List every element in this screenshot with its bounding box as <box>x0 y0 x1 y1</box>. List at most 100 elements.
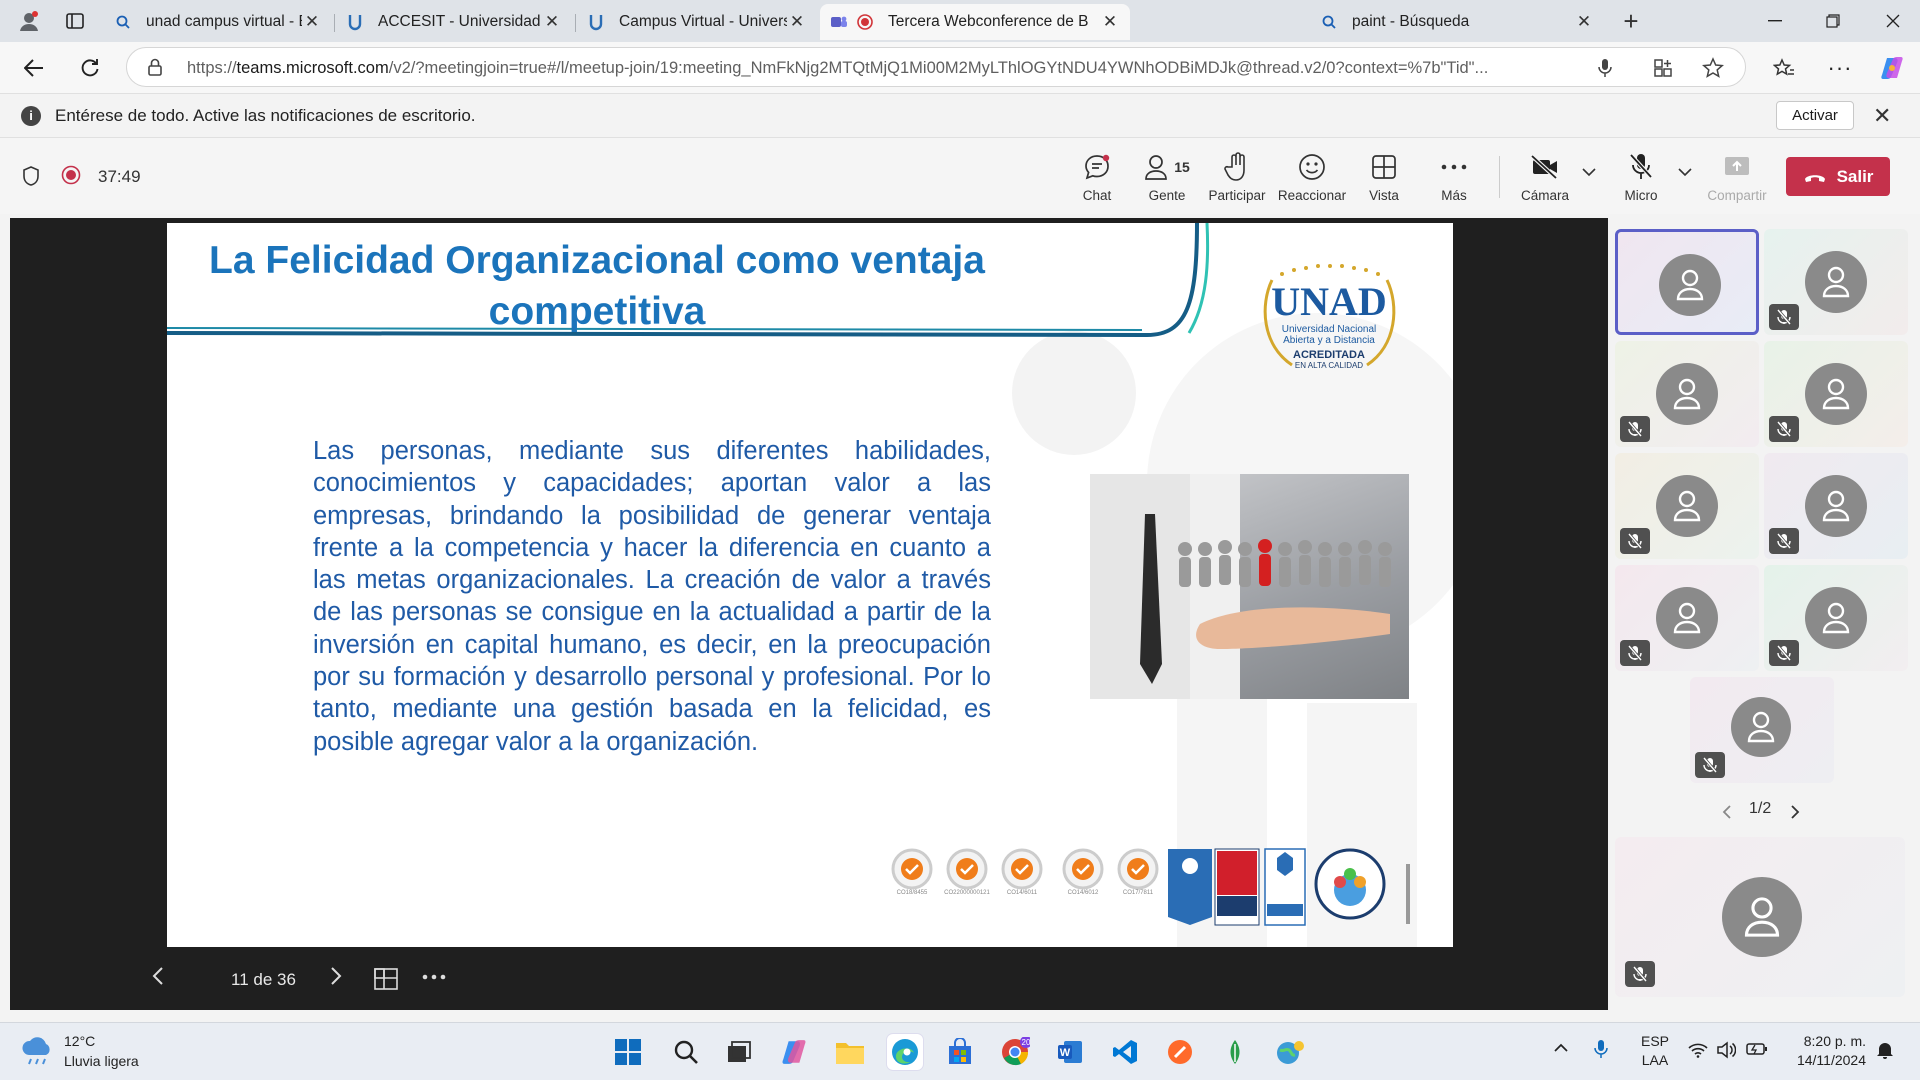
avatar <box>1805 363 1867 425</box>
search-icon <box>114 13 132 31</box>
meeting-toolbar: 37:49 Chat 15 Gente Participar Reacciona… <box>0 138 1920 214</box>
close-icon[interactable]: ✕ <box>1873 103 1891 129</box>
tab-webconference[interactable]: Tercera Webconference de B ✕ <box>820 4 1130 40</box>
svg-text:Universidad Nacional: Universidad Nacional <box>1282 324 1377 335</box>
copilot-icon[interactable] <box>776 1034 812 1070</box>
tab-unad-search[interactable]: unad campus virtual - Búsqueda ✕ <box>104 4 332 40</box>
weather-rain-icon[interactable] <box>20 1035 54 1067</box>
participant-tile[interactable] <box>1764 565 1908 671</box>
view-button[interactable]: Vista <box>1349 150 1419 203</box>
app-available-icon[interactable] <box>1651 56 1675 80</box>
microsoft-store-icon[interactable] <box>942 1034 978 1070</box>
tab-accesit[interactable]: ACCESIT - Universidad Nacional A ✕ <box>336 4 572 40</box>
people-count: 15 <box>1174 159 1190 175</box>
raise-hand-button[interactable]: Participar <box>1202 150 1272 203</box>
vscode-icon[interactable] <box>1107 1034 1143 1070</box>
participant-tile[interactable] <box>1615 453 1759 559</box>
tab-campus-virtual[interactable]: Campus Virtual - Universidad Nac ✕ <box>577 4 817 40</box>
new-tab-icon[interactable]: + <box>1616 6 1646 36</box>
battery-icon[interactable] <box>1746 1042 1768 1056</box>
activate-notifications-button[interactable]: Activar <box>1776 101 1854 130</box>
participant-tile[interactable] <box>1615 565 1759 671</box>
microphone-in-use-icon[interactable] <box>1594 1039 1608 1059</box>
participant-tile[interactable] <box>1690 677 1834 783</box>
chrome-icon[interactable]: 20 <box>997 1034 1033 1070</box>
participant-tile[interactable] <box>1764 453 1908 559</box>
back-icon[interactable] <box>18 52 50 84</box>
url-field[interactable]: https://teams.microsoft.com/v2/?meetingj… <box>126 47 1746 87</box>
close-tab-icon[interactable]: ✕ <box>1574 12 1594 32</box>
next-slide-icon[interactable] <box>330 966 342 986</box>
close-tab-icon[interactable]: ✕ <box>1100 12 1120 32</box>
language-indicator[interactable]: ESP LAA <box>1638 1033 1672 1068</box>
shared-content-stage: La Felicidad Organizacional como ventaja… <box>10 218 1608 1010</box>
slide-body-text: Las personas, mediante sus diferentes ha… <box>313 437 991 756</box>
participants-prev-icon[interactable] <box>1722 804 1732 820</box>
close-tab-icon[interactable]: ✕ <box>542 12 562 32</box>
camera-options-chevron-icon[interactable] <box>1582 168 1596 177</box>
wifi-icon[interactable] <box>1688 1042 1708 1058</box>
tab-actions-icon[interactable] <box>60 6 90 36</box>
profile-icon[interactable] <box>14 6 44 36</box>
share-button[interactable]: Compartir <box>1702 150 1772 203</box>
globe-app-icon[interactable] <box>1272 1034 1308 1070</box>
volume-icon[interactable] <box>1716 1041 1736 1059</box>
participants-next-icon[interactable] <box>1790 804 1800 820</box>
camera-button[interactable]: Cámara <box>1510 150 1580 203</box>
mic-options-chevron-icon[interactable] <box>1678 168 1692 177</box>
weather-description: Lluvia ligera <box>64 1053 139 1069</box>
self-view-tile[interactable] <box>1615 837 1905 997</box>
site-info-icon[interactable] <box>147 58 163 76</box>
react-button[interactable]: Reaccionar <box>1275 150 1349 203</box>
file-explorer-icon[interactable] <box>832 1034 868 1070</box>
slide-more-icon[interactable] <box>422 974 446 980</box>
edge-icon[interactable] <box>887 1034 923 1070</box>
notifications-bell-icon[interactable] <box>1876 1040 1894 1060</box>
avatar <box>1805 251 1867 313</box>
microphone-icon[interactable] <box>1593 56 1617 80</box>
participant-tile[interactable] <box>1615 341 1759 447</box>
task-view-icon[interactable] <box>721 1034 757 1070</box>
notification-bar: i Entérese de todo. Active las notificac… <box>0 94 1920 138</box>
avatar <box>1731 697 1791 757</box>
participant-tile[interactable] <box>1615 229 1759 335</box>
reload-icon[interactable] <box>74 52 106 84</box>
shield-icon[interactable] <box>22 166 40 186</box>
show-hidden-icons-chevron-icon[interactable] <box>1554 1043 1568 1052</box>
word-icon[interactable]: W <box>1052 1034 1088 1070</box>
close-tab-icon[interactable]: ✕ <box>787 12 807 32</box>
close-tab-icon[interactable]: ✕ <box>302 12 322 32</box>
slide-grid-icon[interactable] <box>374 968 398 990</box>
unad-icon <box>587 13 605 31</box>
favorites-icon[interactable] <box>1768 52 1800 84</box>
close-window-icon[interactable] <box>1870 0 1916 42</box>
clock[interactable]: 8:20 p. m. 14/11/2024 <box>1786 1033 1866 1068</box>
pen-tool-icon[interactable] <box>1217 1034 1253 1070</box>
paint-app-icon[interactable] <box>1162 1034 1198 1070</box>
participant-tile[interactable] <box>1764 229 1908 335</box>
previous-slide-icon[interactable] <box>152 966 164 986</box>
people-button[interactable]: 15 Gente <box>1132 150 1202 203</box>
participant-tile[interactable] <box>1764 341 1908 447</box>
recording-icon <box>856 13 874 31</box>
avatar <box>1722 877 1802 957</box>
leave-button[interactable]: Salir <box>1786 157 1890 196</box>
more-button[interactable]: Más <box>1419 150 1489 203</box>
tab-paint-search[interactable]: paint - Búsqueda ✕ <box>1310 4 1604 40</box>
muted-mic-icon <box>1769 416 1799 442</box>
chat-button[interactable]: Chat <box>1062 150 1132 203</box>
people-icon: 15 <box>1132 150 1202 184</box>
muted-mic-icon <box>1620 416 1650 442</box>
favorite-star-icon[interactable] <box>1701 56 1725 80</box>
muted-mic-icon <box>1769 528 1799 554</box>
settings-more-icon[interactable]: ··· <box>1824 52 1856 84</box>
mic-button[interactable]: Micro <box>1606 150 1676 203</box>
restore-icon[interactable] <box>1810 0 1856 42</box>
avatar <box>1656 363 1718 425</box>
copilot-icon[interactable] <box>1876 52 1908 84</box>
search-icon[interactable] <box>668 1034 704 1070</box>
minimize-icon[interactable] <box>1752 0 1798 42</box>
certification-logos: CO18/8455 CO22000000121 CO14/6011 CO14/6… <box>885 844 1425 939</box>
start-icon[interactable] <box>610 1034 646 1070</box>
svg-text:UNAD: UNAD <box>1271 279 1387 324</box>
